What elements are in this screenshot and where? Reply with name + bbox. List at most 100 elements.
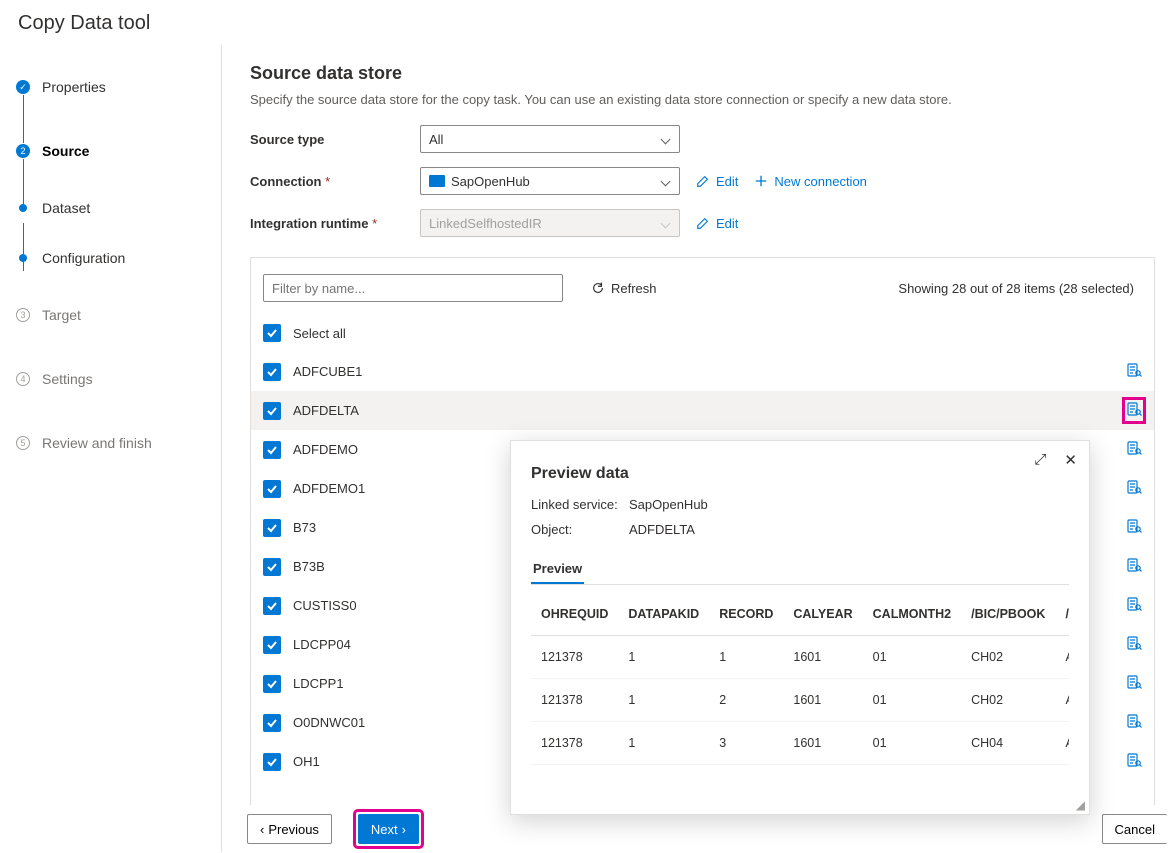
preview-icon[interactable] (1126, 479, 1142, 498)
chevron-left-icon: ‹ (260, 822, 264, 837)
sub-step-bullet-icon (19, 254, 27, 262)
chevron-down-icon (661, 134, 671, 144)
edit-integration-button[interactable]: Edit (696, 216, 738, 231)
previous-button[interactable]: ‹ Previous (247, 814, 332, 844)
connection-select[interactable]: SapOpenHub (420, 167, 680, 195)
step-bullet-icon: 2 (16, 144, 30, 158)
preview-icon[interactable] (1126, 674, 1142, 693)
step-bullet-icon: 5 (16, 436, 30, 450)
source-type-value: All (429, 132, 443, 147)
sub-step-bullet-icon (19, 204, 27, 212)
checkbox-checked-icon[interactable] (263, 753, 281, 771)
wizard-step-settings[interactable]: 4 Settings (16, 347, 221, 411)
column-header: /BI (1055, 593, 1069, 636)
preview-icon[interactable] (1126, 362, 1142, 381)
preview-icon[interactable] (1126, 440, 1142, 459)
dataset-name: CUSTISS0 (293, 598, 357, 613)
wizard-step-source[interactable]: 2 Source (16, 119, 221, 183)
checkbox-checked-icon[interactable] (263, 441, 281, 459)
resize-grip-icon[interactable]: ◢ (1076, 798, 1085, 812)
dataset-row[interactable]: ADFCUBE1 (251, 352, 1154, 391)
dataset-name: B73 (293, 520, 316, 535)
refresh-icon (591, 281, 605, 295)
preview-icon[interactable] (1126, 713, 1142, 732)
dataset-name: ADFDEMO (293, 442, 358, 457)
step-label: Source (42, 143, 89, 159)
select-all-row[interactable]: Select all (251, 314, 1154, 352)
dataset-name: ADFCUBE1 (293, 364, 362, 379)
wizard-step-configuration[interactable]: Configuration (16, 233, 221, 283)
preview-icon[interactable] (1126, 401, 1142, 420)
step-label: Target (42, 307, 81, 323)
preview-title: Preview data (531, 465, 1069, 483)
step-label: Configuration (42, 250, 125, 266)
dataset-row[interactable]: ADFDELTA (251, 391, 1154, 430)
preview-icon[interactable] (1126, 557, 1142, 576)
linked-service-label: Linked service: (531, 497, 629, 512)
next-button[interactable]: Next › (358, 814, 419, 844)
integration-runtime-select[interactable]: LinkedSelfhostedIR (420, 209, 680, 237)
chevron-down-icon (661, 218, 671, 228)
dataset-name: B73B (293, 559, 325, 574)
chevron-down-icon (661, 176, 671, 186)
table-row: 12137812160101CH02AN (531, 679, 1069, 722)
table-row: 12137811160101CH02AN (531, 636, 1069, 679)
source-type-select[interactable]: All (420, 125, 680, 153)
dataset-name: LDCPP04 (293, 637, 351, 652)
dataset-name: LDCPP1 (293, 676, 344, 691)
checkbox-checked-icon[interactable] (263, 714, 281, 732)
checkbox-checked-icon[interactable] (263, 597, 281, 615)
checkbox-checked-icon[interactable] (263, 480, 281, 498)
expand-icon[interactable]: ⤢ (1034, 451, 1046, 469)
sap-icon (429, 175, 445, 187)
close-icon[interactable]: ✕ (1064, 451, 1077, 469)
new-connection-button[interactable]: New connection (754, 174, 867, 189)
cancel-button[interactable]: Cancel (1102, 814, 1167, 844)
checkbox-checked-icon[interactable] (263, 363, 281, 381)
step-label: Dataset (42, 200, 90, 216)
step-bullet-icon: ✓ (16, 80, 30, 94)
column-header: DATAPAKID (618, 593, 709, 636)
refresh-button[interactable]: Refresh (591, 281, 657, 296)
linked-service-value: SapOpenHub (629, 497, 708, 512)
checkbox-checked-icon[interactable] (263, 519, 281, 537)
pencil-icon (696, 174, 710, 188)
main-heading: Source data store (250, 63, 1170, 84)
wizard-sidebar: ✓ Properties 2 Source Dataset Configuration 3T… (0, 45, 222, 852)
integration-runtime-label: Integration runtime * (250, 216, 420, 231)
wizard-step-review-and-finish[interactable]: 5Review and finish (16, 411, 221, 475)
edit-connection-button[interactable]: Edit (696, 174, 738, 189)
checkbox-checked-icon[interactable] (263, 636, 281, 654)
column-header: CALYEAR (783, 593, 862, 636)
column-header: RECORD (709, 593, 783, 636)
checkbox-checked-icon[interactable] (263, 324, 281, 342)
main-subtitle: Specify the source data store for the co… (250, 92, 1170, 107)
integration-runtime-value: LinkedSelfhostedIR (429, 216, 542, 231)
column-header: OHREQUID (531, 593, 618, 636)
wizard-step-properties[interactable]: ✓ Properties (16, 55, 221, 119)
column-header: CALMONTH2 (863, 593, 961, 636)
checkbox-checked-icon[interactable] (263, 675, 281, 693)
connection-label: Connection * (250, 174, 420, 189)
table-row: 12137813160101CH04AN (531, 722, 1069, 765)
filter-input[interactable] (263, 274, 563, 302)
step-label: Settings (42, 371, 93, 387)
preview-icon[interactable] (1126, 596, 1142, 615)
checkbox-checked-icon[interactable] (263, 558, 281, 576)
connection-value: SapOpenHub (451, 174, 530, 189)
preview-icon[interactable] (1126, 635, 1142, 654)
checkbox-checked-icon[interactable] (263, 402, 281, 420)
preview-table: OHREQUIDDATAPAKIDRECORDCALYEARCALMONTH2 /… (531, 593, 1069, 765)
plus-icon (754, 174, 768, 188)
dataset-name: O0DNWC01 (293, 715, 365, 730)
preview-icon[interactable] (1126, 752, 1142, 771)
step-label: Properties (42, 79, 106, 95)
dataset-name: ADFDELTA (293, 403, 359, 418)
page-title: Copy Data tool (0, 0, 1170, 45)
preview-icon[interactable] (1126, 518, 1142, 537)
wizard-step-target[interactable]: 3Target (16, 283, 221, 347)
step-bullet-icon: 4 (16, 372, 30, 386)
showing-count: Showing 28 out of 28 items (28 selected) (898, 281, 1142, 296)
preview-tab[interactable]: Preview (531, 555, 584, 585)
wizard-step-dataset[interactable]: Dataset (16, 183, 221, 233)
